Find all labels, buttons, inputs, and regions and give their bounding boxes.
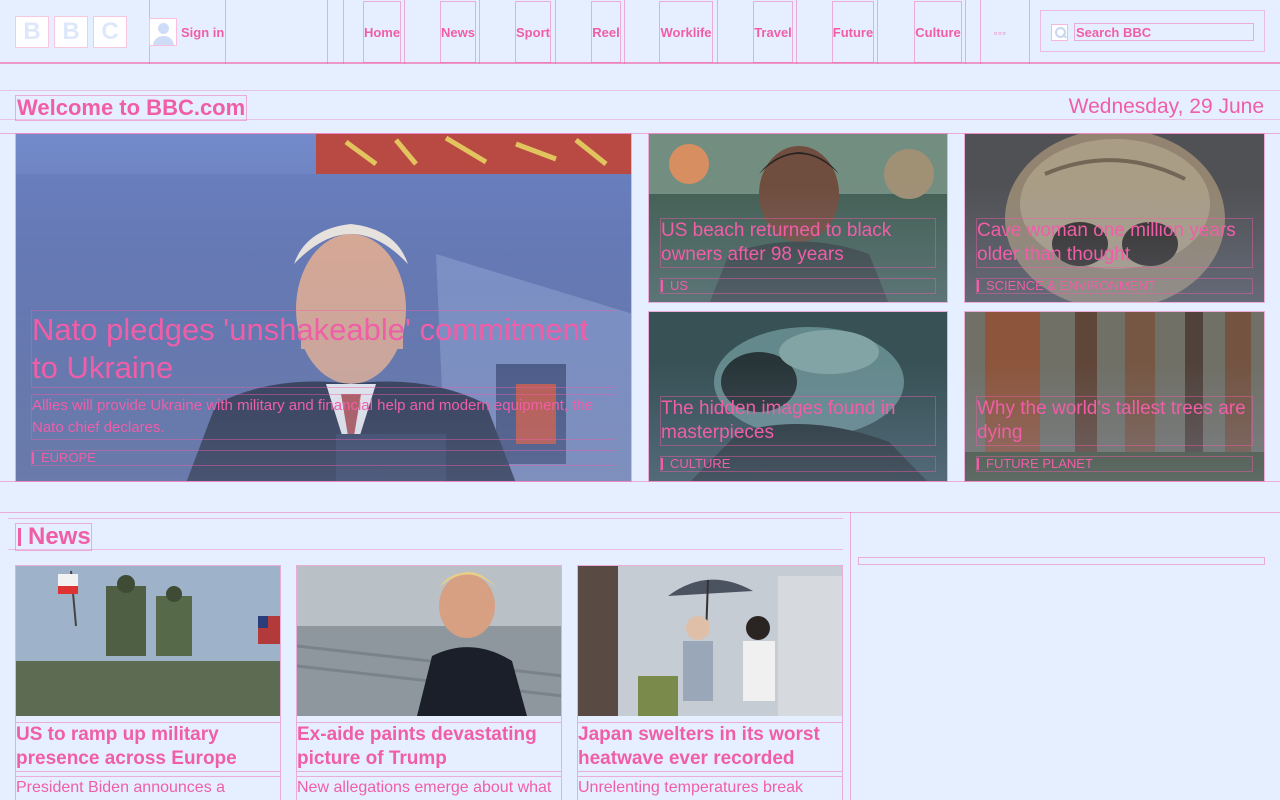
hero-main-tag[interactable]: EUROPE [31, 450, 616, 466]
hero-card-1-title[interactable]: US beach returned to black owners after … [660, 218, 936, 268]
divider [717, 0, 718, 64]
current-date: Wednesday, 29 June [1068, 95, 1264, 118]
hero-card-4-tag[interactable]: FUTURE PLANET [976, 456, 1253, 472]
search-box [1040, 10, 1265, 52]
news-card-2-image [297, 566, 561, 716]
bbc-logo[interactable]: B B C [15, 16, 127, 48]
news-card-1-summary: President Biden announces a [16, 776, 280, 799]
nav-future[interactable]: Future [831, 0, 875, 64]
divider [624, 0, 625, 64]
hero-card-4[interactable]: Why the world's tallest trees are dying … [964, 311, 1265, 482]
search-icon[interactable] [1051, 24, 1068, 41]
nav-travel-label: Travel [753, 1, 793, 63]
hero-card-2-title[interactable]: Cave woman one million years older than … [976, 218, 1253, 268]
hero-card-3[interactable]: The hidden images found in masterpieces … [648, 311, 948, 482]
nav-worklife[interactable]: Worklife [658, 0, 714, 64]
nav-sport-label: Sport [515, 1, 551, 63]
nav-future-label: Future [831, 1, 875, 63]
nav-culture[interactable]: Culture [913, 0, 963, 64]
page-title: Welcome to BBC.com [15, 95, 248, 121]
hero-card-2-text: Cave woman one million years older than … [976, 218, 1253, 294]
nav-worklife-label: Worklife [659, 1, 713, 63]
news-card-3[interactable]: Japan swelters in its worst heatwave eve… [577, 565, 843, 800]
nav-news[interactable]: News [439, 0, 477, 64]
nav-reel-label: Reel [591, 1, 621, 63]
news-heading[interactable]: News [15, 523, 92, 551]
hero-card-1-tag[interactable]: US [660, 278, 936, 294]
nav-news-label: News [440, 1, 476, 63]
news-card-3-image [578, 566, 842, 716]
nav-home-label: Home [362, 1, 402, 63]
nav-sport[interactable]: Sport [513, 0, 553, 64]
divider [980, 0, 981, 64]
news-card-3-title[interactable]: Japan swelters in its worst heatwave eve… [578, 722, 842, 772]
logo-letter-c: C [93, 16, 127, 48]
nav-travel[interactable]: Travel [752, 0, 794, 64]
nav-reel[interactable]: Reel [590, 0, 622, 64]
divider [404, 0, 405, 64]
news-card-1-image [16, 566, 280, 716]
hero-card-4-text: Why the world's tallest trees are dying … [976, 396, 1253, 472]
logo-letter-b2: B [54, 16, 88, 48]
divider [1029, 0, 1030, 64]
divider [965, 0, 966, 64]
hero-card-3-title[interactable]: The hidden images found in masterpieces [660, 396, 936, 446]
hero-main-card[interactable]: Nato pledges 'unshakeable' commitment to… [15, 133, 632, 482]
more-menu-button[interactable]: ▫▫▫ [994, 28, 1007, 38]
hero-card-1-text: US beach returned to black owners after … [660, 218, 936, 294]
nav-culture-label: Culture [914, 1, 962, 63]
news-card-2-summary: New allegations emerge about what [297, 776, 561, 799]
divider [877, 0, 878, 64]
site-header: B B C Sign in Home News Sport Reel Workl… [0, 0, 1280, 64]
divider [479, 0, 480, 64]
logo-letter-b1: B [15, 16, 49, 48]
divider [327, 0, 328, 64]
divider [343, 0, 344, 64]
hero-card-3-tag[interactable]: CULTURE [660, 456, 936, 472]
hero-card-2[interactable]: Cave woman one million years older than … [964, 133, 1265, 303]
hero-card-2-tag[interactable]: SCIENCE & ENVIRONMENT [976, 278, 1253, 294]
news-card-1-title[interactable]: US to ramp up military presence across E… [16, 722, 280, 772]
divider [225, 0, 226, 64]
sign-in-button[interactable]: Sign in [149, 0, 225, 64]
hero-main-title[interactable]: Nato pledges 'unshakeable' commitment to… [31, 310, 616, 388]
nav-home[interactable]: Home [360, 0, 404, 64]
divider [555, 0, 556, 64]
news-card-3-summary: Unrelenting temperatures break [578, 776, 842, 799]
user-icon [149, 18, 177, 46]
hero-card-3-text: The hidden images found in masterpieces … [660, 396, 936, 472]
hero-main-summary: Allies will provide Ukraine with militar… [31, 394, 616, 440]
news-header-row [8, 518, 843, 550]
sign-in-label: Sign in [181, 24, 225, 40]
news-card-1[interactable]: US to ramp up military presence across E… [15, 565, 281, 800]
news-card-2[interactable]: Ex-aide paints devastating picture of Tr… [296, 565, 562, 800]
hero-card-4-title[interactable]: Why the world's tallest trees are dying [976, 396, 1253, 446]
sidebar-divider [858, 557, 1265, 565]
hero-main-text: Nato pledges 'unshakeable' commitment to… [31, 310, 616, 466]
news-card-2-title[interactable]: Ex-aide paints devastating picture of Tr… [297, 722, 561, 772]
divider [796, 0, 797, 64]
hero-card-1[interactable]: US beach returned to black owners after … [648, 133, 948, 303]
news-sidebar [850, 512, 1280, 800]
search-input[interactable] [1074, 23, 1254, 41]
